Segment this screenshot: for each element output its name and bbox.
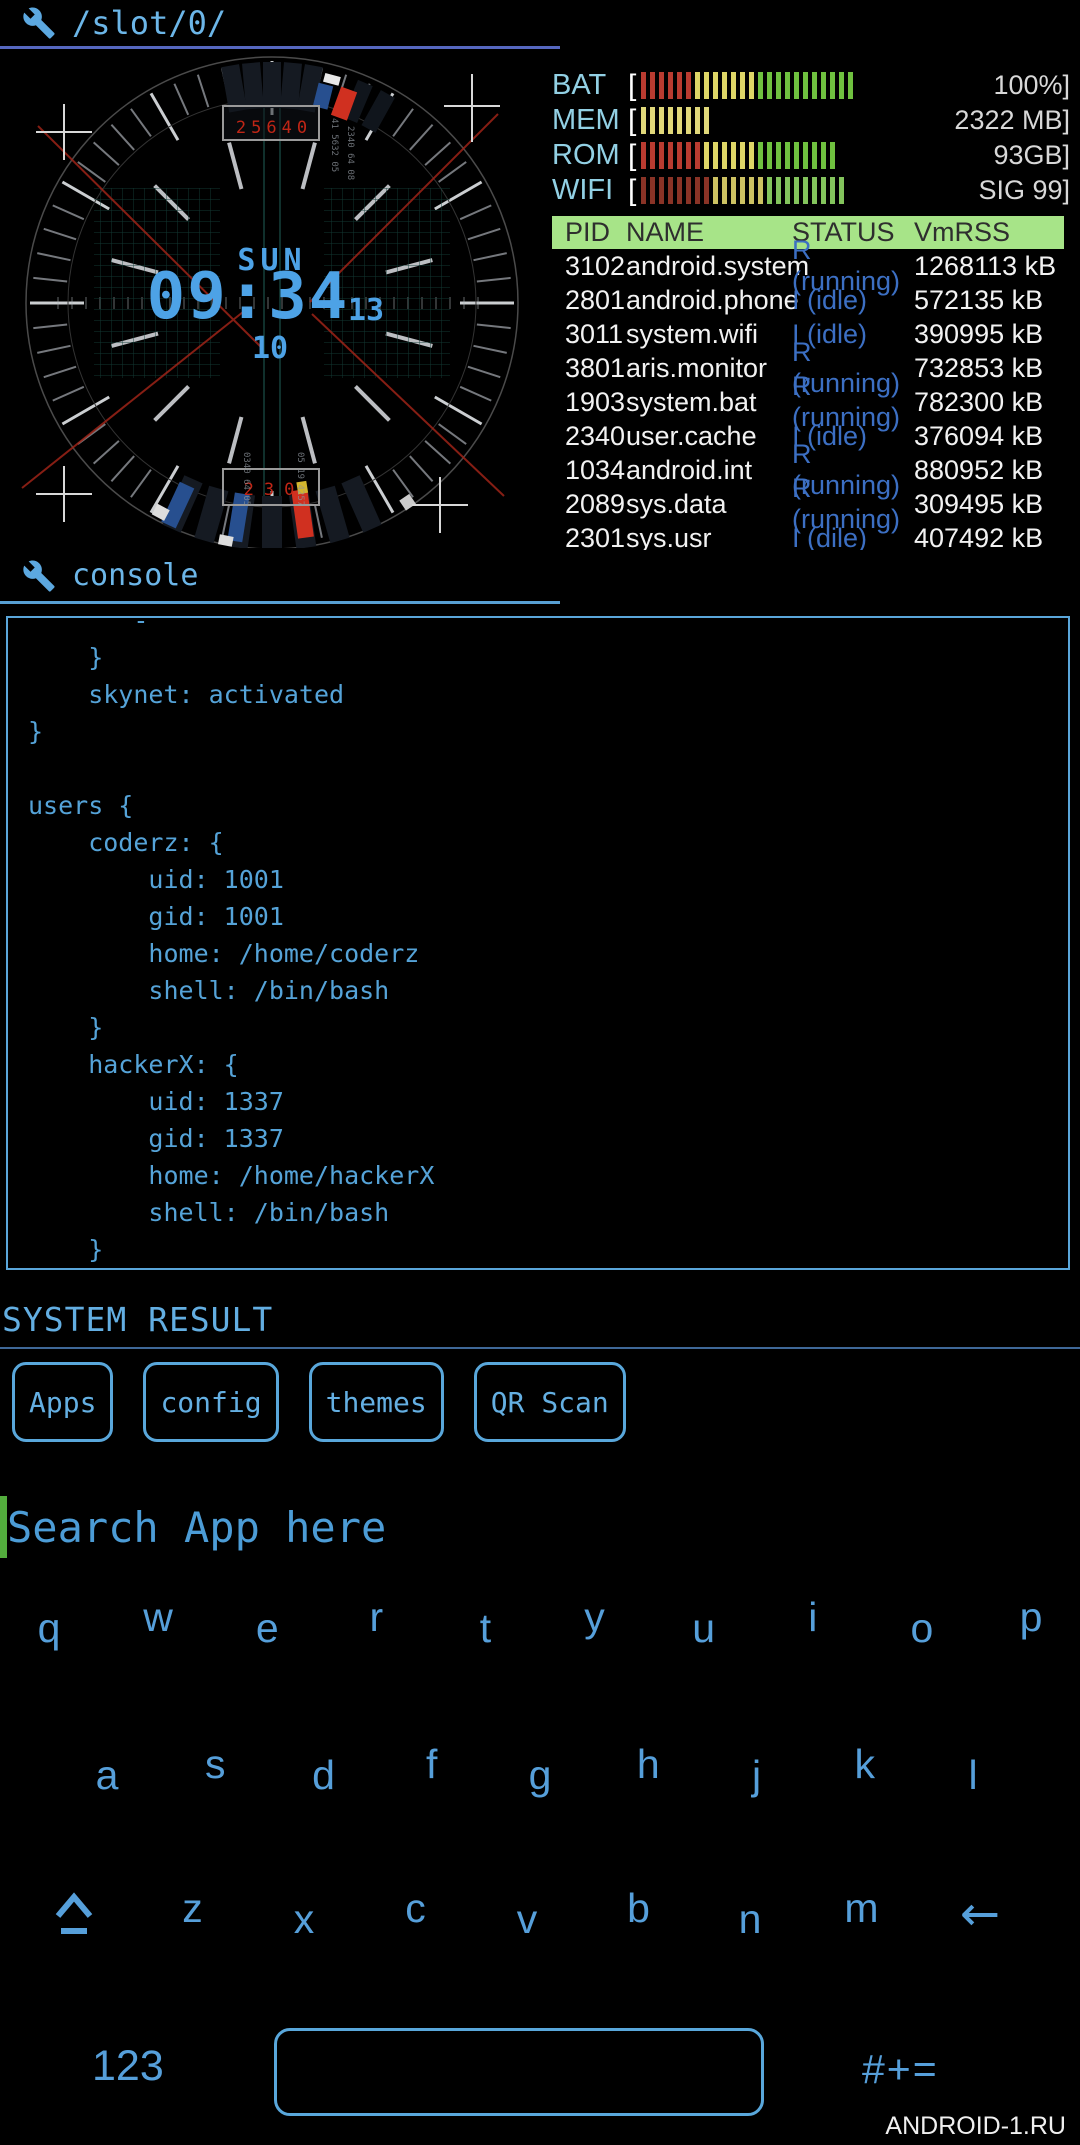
divider bbox=[0, 601, 560, 604]
clock-seconds: 13 bbox=[348, 293, 384, 328]
console-line: shell: /bin/bash bbox=[28, 972, 1068, 1009]
key-y[interactable]: y bbox=[572, 1594, 618, 1641]
clock-widget: 25640 230 41 5632 05 2340 64 08 0340 64 … bbox=[12, 56, 532, 548]
clock-date: 10 bbox=[252, 331, 288, 366]
svg-text:41 5632 05: 41 5632 05 bbox=[329, 118, 339, 172]
slot-header: /slot/0/ bbox=[22, 4, 226, 42]
svg-text:2340 64 08: 2340 64 08 bbox=[345, 126, 355, 180]
process-row: 2301sys.usrI (dile)407492 kB bbox=[552, 521, 1064, 550]
console-line: } bbox=[28, 713, 1068, 750]
process-row: 1903system.batR (running)782300 kB bbox=[552, 385, 1064, 419]
svg-text:05 19 4257: 05 19 4257 bbox=[295, 452, 305, 506]
console-line: skynet: activated bbox=[28, 676, 1068, 713]
stat-row-mem: MEM[2322 MB] bbox=[552, 103, 1070, 138]
key-q[interactable]: q bbox=[26, 1605, 72, 1652]
shift-icon bbox=[48, 1888, 100, 1940]
console-line: } bbox=[28, 1009, 1068, 1046]
console-line: } bbox=[28, 639, 1068, 676]
console-title: console bbox=[72, 558, 198, 593]
clock-top-counter: 25640 bbox=[236, 118, 312, 138]
console-line bbox=[28, 750, 1068, 787]
key-p[interactable]: p bbox=[1008, 1594, 1054, 1641]
button-config[interactable]: config bbox=[143, 1362, 278, 1442]
stat-row-rom: ROM[93GB] bbox=[552, 138, 1070, 173]
watermark: ANDROID-1.RU bbox=[885, 2112, 1066, 2141]
search-input[interactable]: Search App here bbox=[0, 1495, 386, 1559]
key-m[interactable]: m bbox=[839, 1885, 885, 1932]
key-b[interactable]: b bbox=[616, 1885, 662, 1932]
system-result-label: SYSTEM RESULT bbox=[2, 1300, 273, 1339]
key-v[interactable]: v bbox=[504, 1896, 550, 1943]
text-cursor bbox=[0, 1496, 7, 1558]
key-e[interactable]: e bbox=[244, 1605, 290, 1652]
divider bbox=[0, 1347, 1080, 1349]
key-l[interactable]: l bbox=[950, 1752, 996, 1799]
console-line: coderz: { bbox=[28, 824, 1068, 861]
key-k[interactable]: k bbox=[842, 1741, 888, 1788]
key-n[interactable]: n bbox=[727, 1896, 773, 1943]
key-c[interactable]: c bbox=[393, 1885, 439, 1932]
key-h[interactable]: h bbox=[625, 1741, 671, 1788]
stat-bars bbox=[641, 177, 844, 205]
console-line: } bbox=[28, 1231, 1068, 1268]
action-button-row: Apps config themes QR Scan bbox=[12, 1362, 626, 1442]
key-s[interactable]: s bbox=[192, 1741, 238, 1788]
keyboard-row-1: qwertyuiop bbox=[0, 1600, 1080, 1647]
key-d[interactable]: d bbox=[301, 1752, 347, 1799]
wrench-icon bbox=[22, 6, 56, 40]
console-line: gid: 1001 bbox=[28, 898, 1068, 935]
search-placeholder: Search App here bbox=[7, 1503, 386, 1552]
console-output[interactable]: - } skynet: activated} users { coderz: {… bbox=[6, 616, 1070, 1270]
divider bbox=[0, 46, 560, 49]
shift-key[interactable] bbox=[44, 1888, 104, 1940]
key-g[interactable]: g bbox=[517, 1752, 563, 1799]
system-stats: BAT[100%]MEM[2322 MB]ROM[93GB]WIFI[SIG 9… bbox=[552, 68, 1070, 208]
process-row: 2089sys.dataR (running)309495 kB bbox=[552, 487, 1064, 521]
console-line: users { bbox=[28, 787, 1068, 824]
wrench-icon bbox=[22, 559, 56, 593]
process-row: 3102android.systemR (running)1268113 kB bbox=[552, 249, 1064, 283]
key-i[interactable]: i bbox=[790, 1594, 836, 1641]
console-line: shell: /bin/bash bbox=[28, 1194, 1068, 1231]
console-line: home: /home/coderz bbox=[28, 935, 1068, 972]
stat-bars bbox=[641, 72, 853, 100]
key-z[interactable]: z bbox=[170, 1885, 216, 1932]
numeric-layout-key[interactable]: 123 bbox=[92, 2042, 164, 2091]
process-row: 2801android.phoneI (idle)572135 kB bbox=[552, 283, 1064, 317]
clock-time: 09:34 bbox=[147, 260, 350, 334]
key-a[interactable]: a bbox=[84, 1752, 130, 1799]
stat-row-wifi: WIFI[SIG 99] bbox=[552, 173, 1070, 208]
stat-bars bbox=[641, 142, 835, 170]
symbols-layout-key[interactable]: #+= bbox=[862, 2046, 939, 2093]
console-line: uid: 1337 bbox=[28, 1083, 1068, 1120]
console-line: home: /home/hackerX bbox=[28, 1157, 1068, 1194]
console-line: hackerX: { bbox=[28, 1046, 1068, 1083]
key-r[interactable]: r bbox=[353, 1594, 399, 1641]
page-title: /slot/0/ bbox=[72, 4, 226, 42]
button-apps[interactable]: Apps bbox=[12, 1362, 113, 1442]
button-themes[interactable]: themes bbox=[309, 1362, 444, 1442]
stat-bars bbox=[641, 107, 709, 135]
key-o[interactable]: o bbox=[899, 1605, 945, 1652]
key-x[interactable]: x bbox=[281, 1896, 327, 1943]
keyboard-row-2: asdfghjkl bbox=[0, 1747, 1080, 1794]
stat-row-bat: BAT[100%] bbox=[552, 68, 1070, 103]
button-qr-scan[interactable]: QR Scan bbox=[474, 1362, 626, 1442]
space-key[interactable] bbox=[274, 2028, 764, 2116]
svg-text:0340 64 05: 0340 64 05 bbox=[241, 452, 251, 506]
process-table: PIDNAMESTATUSVmRSS 3102android.systemR (… bbox=[552, 216, 1064, 550]
backspace-key[interactable]: ← bbox=[950, 1886, 1010, 1942]
console-line: - bbox=[28, 616, 1068, 639]
console-line: uid: 1001 bbox=[28, 861, 1068, 898]
key-f[interactable]: f bbox=[409, 1741, 455, 1788]
key-u[interactable]: u bbox=[681, 1605, 727, 1652]
key-t[interactable]: t bbox=[462, 1605, 508, 1652]
keyboard-row-3: z x c v b n m ← bbox=[0, 1886, 1080, 1942]
console-header: console bbox=[22, 558, 198, 593]
key-w[interactable]: w bbox=[135, 1594, 181, 1641]
key-j[interactable]: j bbox=[734, 1752, 780, 1799]
console-line: gid: 1337 bbox=[28, 1120, 1068, 1157]
